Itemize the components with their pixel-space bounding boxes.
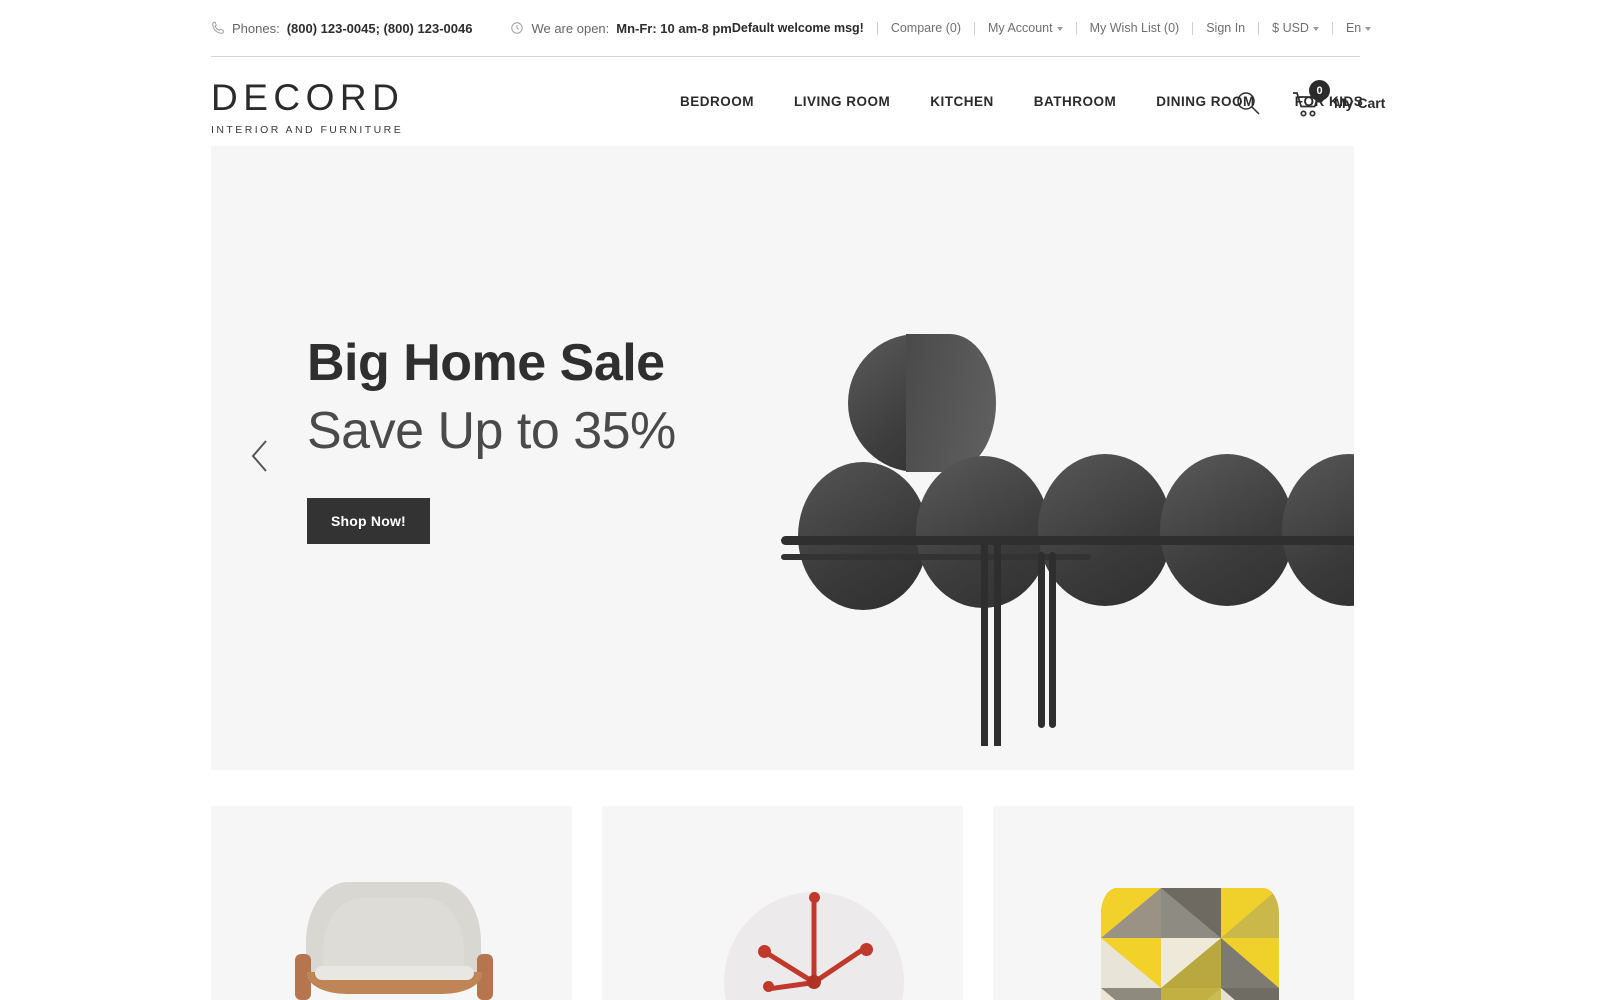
hero-slider: Big Home Sale Save Up to 35% Shop Now!: [211, 146, 1354, 770]
clock-hand-dot: [860, 943, 873, 956]
top-link-wish-list[interactable]: My Wish List (0): [1090, 21, 1180, 35]
top-link-label: En: [1345, 21, 1362, 35]
search-icon[interactable]: [1232, 87, 1264, 119]
cart-count-badge: 0: [1309, 80, 1330, 101]
top-link-label: My Account: [988, 21, 1053, 35]
clock-icon: [510, 21, 524, 35]
shop-now-button[interactable]: Shop Now!: [307, 497, 430, 544]
divider: [1331, 21, 1333, 35]
logo-wordmark: DECORD: [211, 77, 405, 118]
product-tile-cushion[interactable]: [993, 806, 1354, 1000]
top-link-label: $ USD: [1272, 21, 1309, 35]
top-link-label: My Wish List (0): [1089, 21, 1180, 35]
welcome-message: Default welcome msg!: [731, 21, 864, 35]
currency-selector[interactable]: $ USD: [1272, 21, 1319, 35]
nav-item-kitchen[interactable]: KITCHEN: [910, 94, 1014, 109]
top-bar-left: Phones: (800) 123-0045; (800) 123-0046 W…: [211, 21, 732, 36]
top-link-sign-in[interactable]: Sign In: [1206, 21, 1245, 35]
hero-text-block: Big Home Sale Save Up to 35% Shop Now!: [307, 336, 767, 544]
site-header: DECORD INTERIOR AND FURNITURE BEDROOM LI…: [0, 57, 1600, 146]
top-bar: Phones: (800) 123-0045; (800) 123-0046 W…: [211, 0, 1372, 57]
chevron-down-icon: [1312, 27, 1319, 31]
top-link-label: Sign In: [1206, 21, 1246, 35]
hero-title: Big Home Sale: [307, 334, 665, 392]
product-tile-armchair[interactable]: [211, 806, 572, 1000]
top-link-compare[interactable]: Compare (0): [891, 21, 961, 35]
clock-hand: [811, 898, 817, 983]
divider: [974, 21, 975, 35]
site-logo[interactable]: DECORD INTERIOR AND FURNITURE: [211, 77, 405, 136]
header-tools: 0 My Cart: [1232, 80, 1386, 119]
logo-tagline: INTERIOR AND FURNITURE: [211, 124, 404, 136]
nav-item-bedroom[interactable]: BEDROOM: [660, 94, 774, 109]
opening-hours-value: Mn-Fr: 10 am-8 pm: [616, 20, 732, 36]
divider: [1075, 21, 1077, 35]
opening-hours-label: We are open:: [531, 20, 610, 36]
clock-hand-dot: [758, 945, 771, 958]
cushion-image: [1101, 888, 1279, 1000]
product-tile-clock[interactable]: [602, 806, 963, 1000]
phones-value: (800) 123-0045; (800) 123-0046: [286, 20, 473, 36]
armchair-seat-cushion: [315, 966, 474, 980]
divider: [1192, 21, 1194, 35]
chevron-down-icon: [1365, 27, 1372, 31]
clock-hand-dot: [763, 981, 774, 992]
top-link-my-account[interactable]: My Account: [988, 21, 1063, 35]
page-root: Phones: (800) 123-0045; (800) 123-0046 W…: [0, 0, 1600, 1000]
bench-frame-bar: [781, 536, 1354, 545]
divider: [1258, 21, 1260, 35]
hero-subtitle: Save Up to 35%: [307, 401, 676, 460]
phones-label: Phones:: [232, 20, 280, 36]
nav-item-bathroom[interactable]: BATHROOM: [1014, 94, 1137, 109]
clock-center-hub: [807, 975, 821, 989]
shopping-cart-icon: 0: [1292, 80, 1330, 118]
language-selector[interactable]: En: [1345, 21, 1372, 35]
phone-icon: [211, 21, 225, 35]
hero-product-image: [776, 326, 1354, 746]
slider-prev-button[interactable]: [240, 436, 280, 476]
opening-hours-info: We are open: Mn-Fr: 10 am-8 pm: [510, 20, 732, 36]
top-bar-right: Default welcome msg! Compare (0) My Acco…: [731, 21, 1372, 35]
product-tiles: [211, 806, 1354, 1000]
cart-label: My Cart: [1334, 95, 1386, 111]
nav-item-living-room[interactable]: LIVING ROOM: [774, 94, 910, 109]
clock-hand-dot: [809, 892, 820, 903]
top-link-label: Compare (0): [890, 21, 961, 35]
cart-button[interactable]: 0 My Cart: [1292, 80, 1386, 118]
chevron-down-icon: [1056, 27, 1063, 31]
phones-info: Phones: (800) 123-0045; (800) 123-0046: [211, 21, 472, 36]
divider: [876, 21, 878, 35]
